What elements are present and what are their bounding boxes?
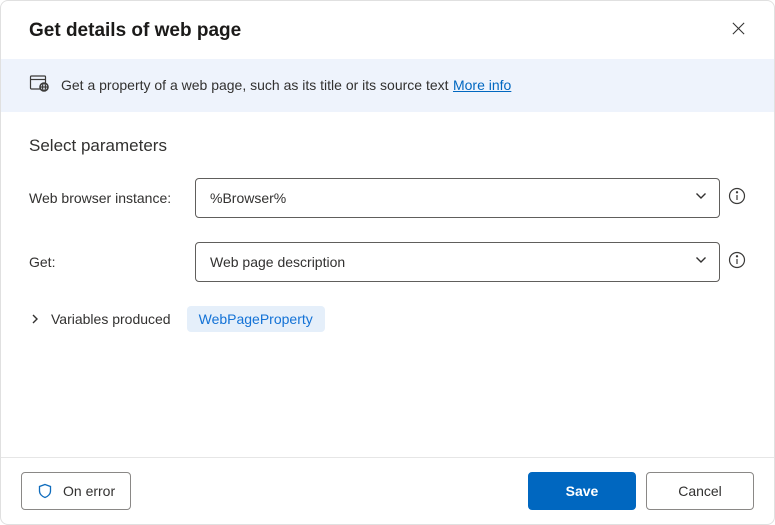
variables-label: Variables produced — [51, 311, 171, 327]
info-text: Get a property of a web page, such as it… — [61, 77, 511, 95]
browser-info-button[interactable] — [728, 187, 746, 210]
chevron-right-icon — [29, 313, 41, 325]
browser-value: %Browser% — [210, 190, 286, 206]
field-row-browser: Web browser instance: %Browser% — [29, 178, 746, 218]
webpage-icon — [29, 73, 49, 98]
dialog-title: Get details of web page — [29, 20, 241, 42]
get-info-button[interactable] — [728, 251, 746, 274]
shield-icon — [37, 483, 53, 499]
dialog-container: Get details of web page Get a property o… — [0, 0, 775, 525]
save-button[interactable]: Save — [528, 472, 636, 510]
variables-expand-button[interactable] — [29, 313, 41, 325]
browser-select[interactable]: %Browser% — [195, 178, 720, 218]
dialog-footer: On error Save Cancel — [1, 457, 774, 524]
get-value: Web page description — [210, 254, 345, 270]
on-error-label: On error — [63, 483, 115, 499]
variable-chip[interactable]: WebPageProperty — [187, 306, 325, 332]
field-row-get: Get: Web page description — [29, 242, 746, 282]
info-bar: Get a property of a web page, such as it… — [1, 59, 774, 112]
dialog-body: Select parameters Web browser instance: … — [1, 112, 774, 457]
info-icon — [728, 251, 746, 269]
dialog-header: Get details of web page — [1, 1, 774, 59]
section-title: Select parameters — [29, 136, 746, 156]
info-icon — [728, 187, 746, 205]
get-select[interactable]: Web page description — [195, 242, 720, 282]
close-button[interactable] — [727, 17, 750, 45]
cancel-button[interactable]: Cancel — [646, 472, 754, 510]
info-description: Get a property of a web page, such as it… — [61, 77, 449, 93]
browser-label: Web browser instance: — [29, 190, 187, 206]
get-label: Get: — [29, 254, 187, 270]
close-icon — [731, 21, 746, 36]
footer-actions: Save Cancel — [528, 472, 754, 510]
on-error-button[interactable]: On error — [21, 472, 131, 510]
more-info-link[interactable]: More info — [453, 77, 511, 93]
variables-row: Variables produced WebPageProperty — [29, 306, 746, 332]
